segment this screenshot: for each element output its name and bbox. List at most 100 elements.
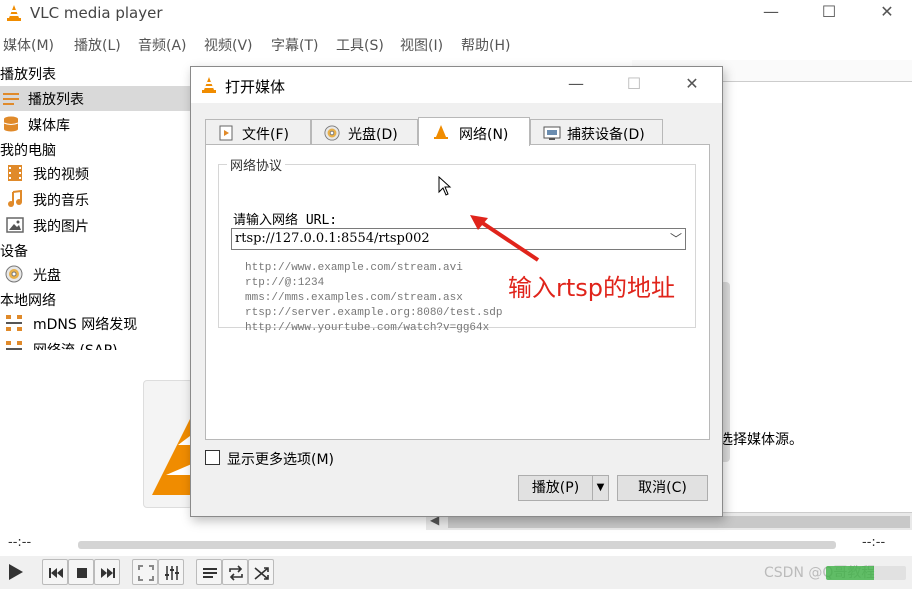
tab-network[interactable]: 网络(N) <box>418 117 530 146</box>
dialog-maximize-button[interactable]: ☐ <box>619 74 649 96</box>
play-button[interactable] <box>2 559 28 585</box>
tab-capture-device[interactable]: 捕获设备(D) <box>530 119 663 145</box>
picture-icon <box>6 217 24 233</box>
vlc-cone-icon <box>152 411 194 495</box>
mouse-cursor-icon <box>438 176 452 196</box>
hint-text-2: 选择媒体源。 <box>719 432 803 448</box>
shuffle-button[interactable] <box>248 559 274 585</box>
playlist-header: 播放列表 <box>0 67 56 83</box>
previous-button[interactable] <box>42 559 68 585</box>
url-examples: http://www.example.com/stream.avi rtp://… <box>245 261 502 336</box>
menu-video[interactable]: 视频(V) <box>204 35 253 55</box>
sidebar-item-sap[interactable]: 网络流 (SAP) <box>0 337 190 350</box>
sidebar-item-library[interactable]: 媒体库 <box>0 112 190 137</box>
window-title: VLC media player <box>30 4 163 22</box>
dialog-title-bar: 打开媒体 — ☐ ✕ <box>191 67 722 103</box>
sidebar: 播放列表 播放列表 媒体库 我的电脑 我的视频 我的音乐 我的图片 设备 光盘 … <box>0 60 190 350</box>
vlc-logo-icon <box>202 77 216 93</box>
menu-tools[interactable]: 工具(S) <box>336 35 384 55</box>
sidebar-item-my-music[interactable]: 我的音乐 <box>0 187 190 212</box>
menu-audio[interactable]: 音频(A) <box>138 35 187 55</box>
sidebar-item-my-videos[interactable]: 我的视频 <box>0 161 190 186</box>
url-label: 请输入网络 URL: <box>233 213 338 228</box>
next-button[interactable] <box>94 559 120 585</box>
devices-header: 设备 <box>0 244 28 260</box>
music-note-icon <box>8 190 22 207</box>
sidebar-item-my-pictures[interactable]: 我的图片 <box>0 213 190 238</box>
title-bar: VLC media player — ☐ ✕ <box>0 0 912 28</box>
capture-device-icon <box>543 126 561 140</box>
local-network-header: 本地网络 <box>0 293 56 309</box>
sidebar-item-label: 网络流 (SAP) <box>33 340 118 350</box>
maximize-button[interactable]: ☐ <box>814 2 844 24</box>
film-icon <box>8 165 22 181</box>
menu-media[interactable]: 媒体(M) <box>3 35 54 55</box>
sidebar-item-label: 播放列表 <box>28 92 84 108</box>
menu-help[interactable]: 帮助(H) <box>461 35 510 55</box>
annotation-arrow-icon <box>470 215 540 262</box>
play-dropdown-button[interactable]: ▼ <box>592 475 609 501</box>
play-icon <box>9 564 23 580</box>
tab-label: 光盘(D) <box>348 127 398 143</box>
loop-button[interactable] <box>222 559 248 585</box>
network-icon <box>6 315 22 331</box>
sidebar-item-label: 媒体库 <box>28 118 70 134</box>
time-total: --:-- <box>862 535 886 550</box>
tab-label: 网络(N) <box>459 127 509 143</box>
example-url: mms://mms.examples.com/stream.asx <box>245 292 463 304</box>
sidebar-item-label: mDNS 网络发现 <box>33 317 138 333</box>
tab-label: 捕获设备(D) <box>567 127 645 143</box>
menu-subtitle[interactable]: 字幕(T) <box>271 35 318 55</box>
play-submit-button[interactable]: 播放(P) <box>518 475 593 501</box>
more-options-checkbox[interactable] <box>205 450 220 465</box>
chevron-down-icon[interactable]: ﹀ <box>670 230 682 247</box>
example-url: http://www.yourtube.com/watch?v=gg64x <box>245 322 490 334</box>
file-play-icon <box>219 125 233 141</box>
scrollbar-thumb[interactable] <box>448 516 910 528</box>
tab-bar: 文件(F) 光盘(D) 网络(N) 捕获设备(D) <box>205 117 665 146</box>
group-title: 网络协议 <box>227 155 286 174</box>
my-computer-header: 我的电脑 <box>0 143 56 159</box>
next-icon <box>101 568 115 578</box>
extended-settings-button[interactable] <box>158 559 184 585</box>
control-bar: CSDN @Q哥教程 <box>0 556 912 589</box>
shuffle-icon <box>254 567 269 580</box>
menu-playback[interactable]: 播放(L) <box>74 35 121 55</box>
volume-slider[interactable] <box>826 566 906 580</box>
artwork-panel <box>143 380 194 508</box>
fullscreen-button[interactable] <box>132 559 158 585</box>
sidebar-item-label: 我的图片 <box>33 219 89 235</box>
fullscreen-icon <box>138 565 154 581</box>
sidebar-item-mdns[interactable]: mDNS 网络发现 <box>0 311 190 336</box>
url-input[interactable]: rtsp://127.0.0.1:8554/rtsp002 ﹀ <box>231 228 686 250</box>
disc-icon <box>5 265 23 283</box>
example-url: rtsp://server.example.org:8080/test.sdp <box>245 307 503 319</box>
sidebar-item-disc[interactable]: 光盘 <box>0 262 190 287</box>
loop-icon <box>229 565 243 581</box>
menu-view[interactable]: 视图(I) <box>400 35 443 55</box>
stop-button[interactable] <box>68 559 94 585</box>
tab-disc[interactable]: 光盘(D) <box>311 119 418 145</box>
network-icon <box>6 341 22 350</box>
caret-down-icon: ▼ <box>596 482 605 493</box>
more-options-label: 显示更多选项(M) <box>227 452 335 468</box>
time-elapsed: --:-- <box>8 535 32 550</box>
sidebar-item-playlist[interactable]: 播放列表 <box>0 86 190 111</box>
sidebar-item-label: 我的音乐 <box>33 193 89 209</box>
close-button[interactable]: ✕ <box>872 2 902 24</box>
example-url: rtp://@:1234 <box>245 277 325 289</box>
seek-slider[interactable] <box>78 541 836 549</box>
annotation-text: 输入rtsp的地址 <box>508 274 676 302</box>
playlist-icon <box>3 93 19 105</box>
tab-file[interactable]: 文件(F) <box>205 119 311 145</box>
cancel-button[interactable]: 取消(C) <box>617 475 708 501</box>
dialog-minimize-button[interactable]: — <box>561 74 591 96</box>
menu-bar: 媒体(M) 播放(L) 音频(A) 视频(V) 字幕(T) 工具(S) 视图(I… <box>0 32 912 56</box>
stop-icon <box>77 568 87 578</box>
playlist-toggle-button[interactable] <box>196 559 222 585</box>
main-playlist-area: 。 选择媒体源。 <box>632 60 912 510</box>
dialog-close-button[interactable]: ✕ <box>677 74 707 96</box>
minimize-button[interactable]: — <box>756 2 786 24</box>
network-cone-icon <box>434 125 448 139</box>
previous-icon <box>49 568 63 578</box>
